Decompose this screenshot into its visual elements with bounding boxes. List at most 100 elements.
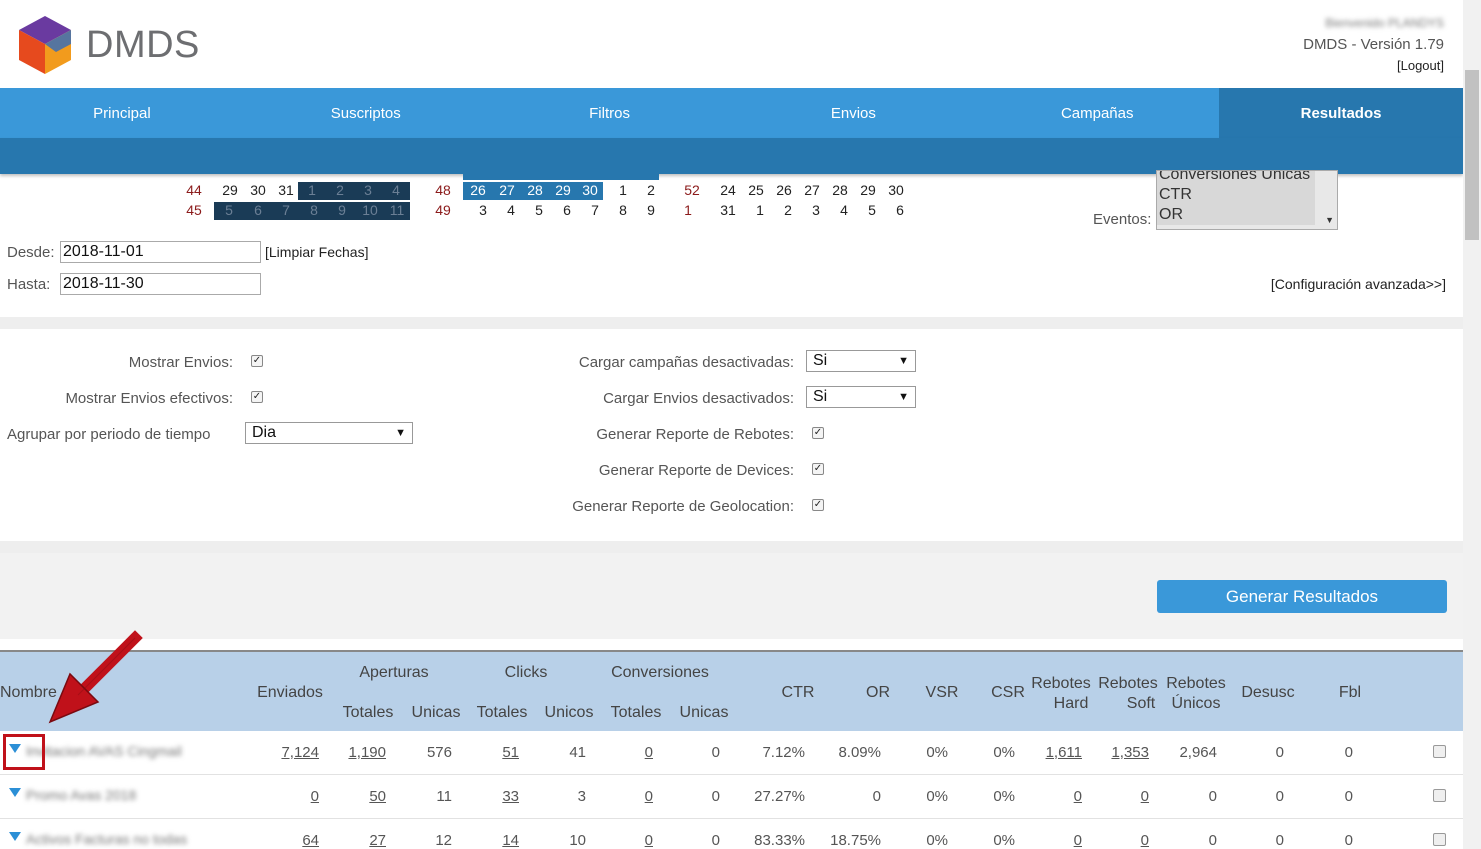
calendar-day[interactable]: 28 <box>826 182 854 198</box>
calendar-day[interactable]: 28 <box>521 182 549 200</box>
expand-triangle-icon[interactable] <box>9 832 21 841</box>
calendar-day[interactable]: 11 <box>384 202 410 220</box>
agrupar-select[interactable]: Dia ▼ <box>245 422 413 444</box>
calendar-day[interactable]: 2 <box>774 202 802 218</box>
scroll-down-icon[interactable]: ▼ <box>1325 215 1334 225</box>
eventos-option[interactable]: Conversiones Unicas <box>1157 171 1315 185</box>
cell-enviados[interactable]: 0 <box>311 788 319 805</box>
calendar-day[interactable]: 3 <box>802 202 830 218</box>
calendar-day[interactable]: 8 <box>300 202 328 220</box>
calendar-day[interactable]: 4 <box>382 182 410 200</box>
cell-clicks-totales[interactable]: 14 <box>502 832 519 849</box>
cell-rebotes-soft[interactable]: 0 <box>1141 788 1149 805</box>
cell-clicks-totales[interactable]: 51 <box>502 744 519 761</box>
col-desusc[interactable]: Desusc <box>1238 684 1298 702</box>
calendar-day[interactable]: 31 <box>272 182 300 198</box>
calendar-day[interactable]: 26 <box>770 182 798 198</box>
calendar-day[interactable]: 5 <box>214 202 244 220</box>
limpiar-fechas-link[interactable]: [Limpiar Fechas] <box>265 244 368 260</box>
cell-rebotes-soft[interactable]: 0 <box>1141 832 1149 849</box>
col-clicks-totales[interactable]: Totales <box>470 704 534 722</box>
nav-item-envios[interactable]: Envios <box>731 88 975 138</box>
mostrar-envios-checkbox[interactable]: ✓ <box>251 355 263 367</box>
cell-aperturas-totales[interactable]: 27 <box>369 832 386 849</box>
generar-resultados-button[interactable]: Generar Resultados <box>1157 580 1447 613</box>
calendar-day[interactable]: 29 <box>549 182 577 200</box>
scrollbar-thumb[interactable] <box>1465 70 1479 240</box>
eventos-listbox[interactable]: Conversiones Unicas CTR OR ▼ <box>1156 170 1338 230</box>
nav-item-principal[interactable]: Principal <box>0 88 244 138</box>
calendar-day[interactable]: 10 <box>356 202 384 220</box>
calendar-day[interactable]: 7 <box>272 202 300 220</box>
col-ctr[interactable]: CTR <box>770 684 826 702</box>
calendar-day[interactable]: 30 <box>577 182 603 200</box>
calendar-day[interactable]: 7 <box>581 202 609 218</box>
calendar-day[interactable]: 29 <box>854 182 882 198</box>
reporte-devices-checkbox[interactable]: ✓ <box>812 463 824 475</box>
calendar-day[interactable]: 27 <box>798 182 826 198</box>
calendar-day[interactable]: 25 <box>742 182 770 198</box>
calendar-day[interactable]: 26 <box>463 182 493 200</box>
cell-rebotes-hard[interactable]: 0 <box>1074 832 1082 849</box>
col-csr[interactable]: CSR <box>984 684 1032 702</box>
col-enviados[interactable]: Enviados <box>250 684 330 702</box>
col-fbl[interactable]: Fbl <box>1326 684 1374 702</box>
logout-link[interactable]: [Logout] <box>1397 58 1444 73</box>
cell-clicks-totales[interactable]: 33 <box>502 788 519 805</box>
col-rebotes-unicos[interactable]: Rebotes Únicos <box>1164 674 1228 714</box>
row-checkbox[interactable] <box>1433 833 1446 846</box>
calendar-day[interactable]: 29 <box>216 182 244 198</box>
eventos-option[interactable]: CTR <box>1157 185 1315 205</box>
calendar-day[interactable]: 4 <box>497 202 525 218</box>
calendar-day[interactable]: 6 <box>886 202 914 218</box>
calendar-day[interactable]: 6 <box>553 202 581 218</box>
cell-rebotes-hard[interactable]: 1,611 <box>1046 744 1082 761</box>
eventos-option[interactable]: OR <box>1157 205 1315 225</box>
calendar-day[interactable]: 8 <box>609 202 637 218</box>
calendar-day[interactable]: 9 <box>328 202 356 220</box>
calendar-day[interactable]: 5 <box>525 202 553 218</box>
col-rebotes-soft[interactable]: Rebotes Soft <box>1096 674 1160 714</box>
envio-name[interactable]: Promo Avas 2018 <box>26 787 136 803</box>
calendar-day[interactable]: 27 <box>493 182 521 200</box>
envio-name[interactable]: Invitacion AVAS Cingmail <box>26 743 182 759</box>
reporte-geolocation-checkbox[interactable]: ✓ <box>812 499 824 511</box>
hasta-input[interactable] <box>60 273 261 295</box>
calendar-day[interactable]: 4 <box>830 202 858 218</box>
mostrar-envios-efectivos-checkbox[interactable]: ✓ <box>251 391 263 403</box>
col-conversiones-unicas[interactable]: Unicas <box>674 704 734 722</box>
desde-input[interactable] <box>60 241 261 263</box>
col-aperturas-unicas[interactable]: Unicas <box>406 704 466 722</box>
envio-name[interactable]: Activos Facturas no todas <box>26 831 187 847</box>
col-aperturas-totales[interactable]: Totales <box>334 704 402 722</box>
cargar-campanas-select[interactable]: Si ▼ <box>806 350 916 372</box>
col-conversiones-totales[interactable]: Totales <box>604 704 668 722</box>
cell-enviados[interactable]: 64 <box>302 832 319 849</box>
col-vsr[interactable]: VSR <box>916 684 968 702</box>
reporte-rebotes-checkbox[interactable]: ✓ <box>812 427 824 439</box>
cargar-envios-select[interactable]: Si ▼ <box>806 386 916 408</box>
cell-rebotes-soft[interactable]: 1,353 <box>1111 744 1149 761</box>
calendar-day[interactable]: 9 <box>637 202 665 218</box>
nav-item-suscriptos[interactable]: Suscriptos <box>244 88 488 138</box>
calendar-day[interactable]: 1 <box>746 202 774 218</box>
row-checkbox[interactable] <box>1433 745 1446 758</box>
cell-rebotes-hard[interactable]: 0 <box>1074 788 1082 805</box>
cell-enviados[interactable]: 7,124 <box>281 744 319 761</box>
row-checkbox[interactable] <box>1433 789 1446 802</box>
calendar-day[interactable]: 2 <box>637 182 665 198</box>
calendar-day[interactable]: 1 <box>609 182 637 198</box>
col-clicks-unicos[interactable]: Unicos <box>538 704 600 722</box>
calendar-day[interactable]: 24 <box>714 182 742 198</box>
calendar-day[interactable]: 2 <box>326 182 354 200</box>
calendar-day[interactable]: 30 <box>882 182 910 198</box>
calendar-day[interactable]: 1 <box>298 182 326 200</box>
col-rebotes-hard[interactable]: Rebotes Hard <box>1028 674 1094 714</box>
cell-conversiones-totales[interactable]: 0 <box>645 832 653 849</box>
cell-aperturas-totales[interactable]: 1,190 <box>348 744 386 761</box>
nav-item-campanas[interactable]: Campañas <box>975 88 1219 138</box>
nav-item-resultados[interactable]: Resultados <box>1219 88 1463 138</box>
cell-conversiones-totales[interactable]: 0 <box>645 744 653 761</box>
calendar-day[interactable]: 5 <box>858 202 886 218</box>
calendar-day[interactable]: 3 <box>469 202 497 218</box>
